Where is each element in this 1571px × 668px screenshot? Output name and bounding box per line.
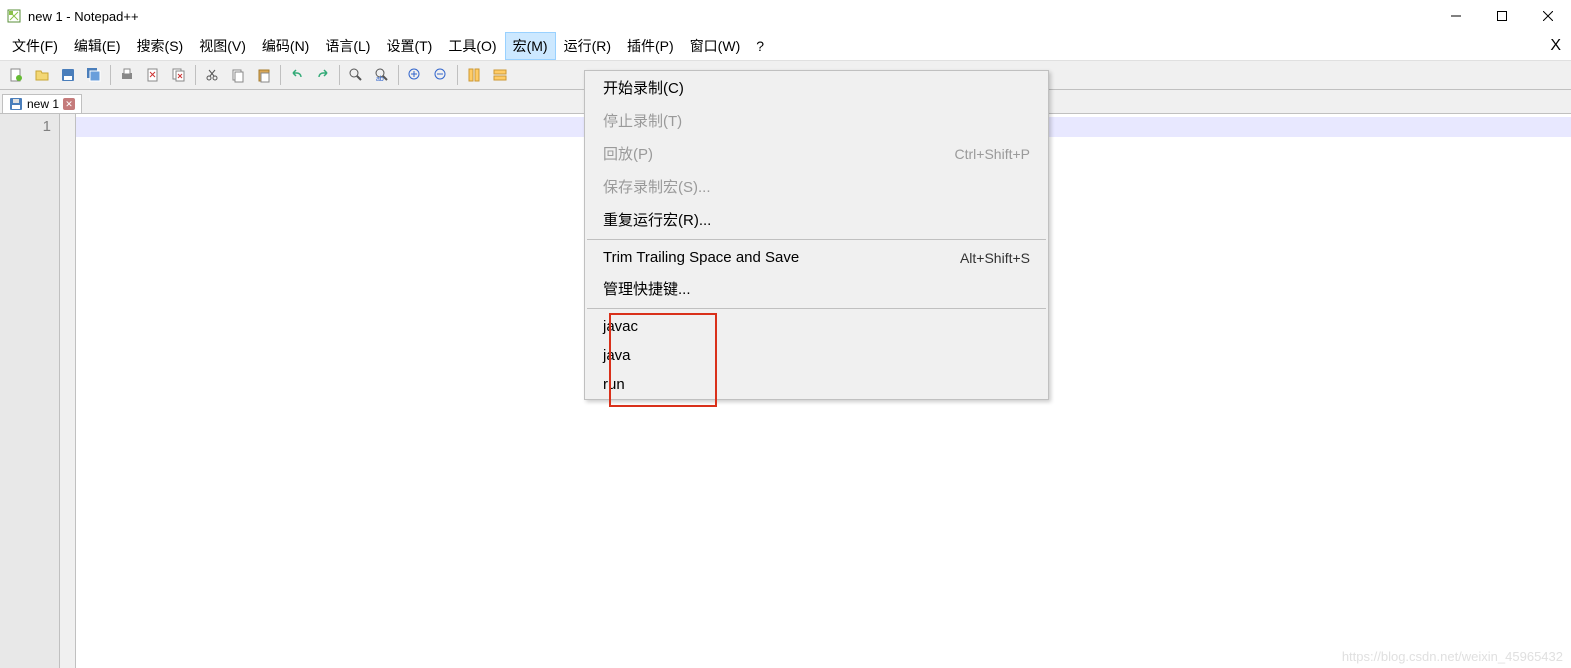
title-bar: new 1 - Notepad++	[0, 0, 1571, 32]
save-all-icon[interactable]	[82, 63, 106, 87]
menu-item-12[interactable]: ?	[748, 34, 772, 58]
dropdown-item[interactable]: run	[585, 370, 1048, 399]
menu-item-4[interactable]: 编码(N)	[254, 32, 317, 60]
toolbar-separator	[457, 65, 458, 85]
menu-item-0[interactable]: 文件(F)	[4, 32, 66, 60]
find-icon[interactable]	[344, 63, 368, 87]
redo-icon[interactable]	[311, 63, 335, 87]
dropdown-item: 保存录制宏(S)...	[585, 170, 1048, 203]
svg-text:ab: ab	[376, 76, 384, 83]
dropdown-item-label: 重复运行宏(R)...	[603, 209, 711, 230]
toolbar-separator	[339, 65, 340, 85]
menu-item-3[interactable]: 视图(V)	[191, 32, 254, 60]
dropdown-item-label: 保存录制宏(S)...	[603, 176, 711, 197]
dropdown-item-label: javac	[603, 318, 638, 335]
open-file-icon[interactable]	[30, 63, 54, 87]
fold-margin	[60, 114, 76, 668]
toolbar-separator	[398, 65, 399, 85]
toolbar-separator	[195, 65, 196, 85]
dropdown-separator	[587, 308, 1046, 309]
print-icon[interactable]	[115, 63, 139, 87]
replace-icon[interactable]: ab	[370, 63, 394, 87]
tab-close-icon[interactable]: ✕	[63, 98, 75, 110]
minimize-button[interactable]	[1433, 0, 1479, 32]
close-all-icon[interactable]	[167, 63, 191, 87]
menu-item-9[interactable]: 运行(R)	[556, 32, 619, 60]
zoom-out-icon[interactable]	[429, 63, 453, 87]
sync-h-icon[interactable]	[488, 63, 512, 87]
window-controls	[1433, 0, 1571, 32]
cut-icon[interactable]	[200, 63, 224, 87]
dropdown-item[interactable]: javac	[585, 312, 1048, 341]
dropdown-item: 停止录制(T)	[585, 104, 1048, 137]
tab-label: new 1	[27, 97, 59, 111]
menu-item-5[interactable]: 语言(L)	[317, 32, 378, 60]
dropdown-item: 回放(P) Ctrl+Shift+P	[585, 137, 1048, 170]
sync-v-icon[interactable]	[462, 63, 486, 87]
watermark: https://blog.csdn.net/weixin_45965432	[1342, 649, 1563, 664]
dropdown-item-label: 停止录制(T)	[603, 110, 682, 131]
zoom-in-icon[interactable]	[403, 63, 427, 87]
dropdown-item-label: java	[603, 347, 631, 364]
menu-item-1[interactable]: 编辑(E)	[66, 32, 129, 60]
close-icon[interactable]	[141, 63, 165, 87]
copy-icon[interactable]	[226, 63, 250, 87]
dropdown-item[interactable]: Trim Trailing Space and Save Alt+Shift+S	[585, 243, 1048, 272]
dropdown-item-label: 开始录制(C)	[603, 77, 684, 98]
dropdown-item[interactable]: java	[585, 341, 1048, 370]
dropdown-item[interactable]: 开始录制(C)	[585, 71, 1048, 104]
toolbar-separator	[280, 65, 281, 85]
close-button[interactable]	[1525, 0, 1571, 32]
line-gutter: 1	[0, 114, 60, 668]
app-icon	[6, 8, 22, 24]
paste-icon[interactable]	[252, 63, 276, 87]
dropdown-separator	[587, 239, 1046, 240]
menu-item-11[interactable]: 窗口(W)	[682, 32, 749, 60]
macro-dropdown: 开始录制(C) 停止录制(T) 回放(P) Ctrl+Shift+P 保存录制宏(S).…	[584, 70, 1049, 400]
save-icon[interactable]	[56, 63, 80, 87]
dropdown-item-label: 回放(P)	[603, 143, 653, 164]
dropdown-item[interactable]: 管理快捷键...	[585, 272, 1048, 305]
dropdown-item-label: run	[603, 376, 625, 393]
save-icon	[9, 97, 23, 111]
new-file-icon[interactable]	[4, 63, 28, 87]
undo-icon[interactable]	[285, 63, 309, 87]
menu-item-6[interactable]: 设置(T)	[378, 32, 440, 60]
dropdown-item-shortcut: Alt+Shift+S	[960, 250, 1030, 266]
dropdown-item-shortcut: Ctrl+Shift+P	[955, 146, 1030, 162]
dropdown-item-label: 管理快捷键...	[603, 278, 691, 299]
maximize-button[interactable]	[1479, 0, 1525, 32]
file-tab[interactable]: new 1 ✕	[2, 94, 82, 113]
toolbar-separator	[110, 65, 111, 85]
menu-item-2[interactable]: 搜索(S)	[129, 32, 192, 60]
dropdown-item-label: Trim Trailing Space and Save	[603, 249, 799, 266]
menu-item-7[interactable]: 工具(O)	[440, 32, 504, 60]
menu-item-10[interactable]: 插件(P)	[619, 32, 682, 60]
menu-bar: 文件(F)编辑(E)搜索(S)视图(V)编码(N)语言(L)设置(T)工具(O)…	[0, 32, 1571, 60]
menu-item-8[interactable]: 宏(M)	[505, 32, 556, 60]
line-number: 1	[0, 118, 51, 135]
menu-close-x[interactable]: X	[1550, 37, 1561, 55]
window-title: new 1 - Notepad++	[28, 9, 1433, 24]
dropdown-item[interactable]: 重复运行宏(R)...	[585, 203, 1048, 236]
